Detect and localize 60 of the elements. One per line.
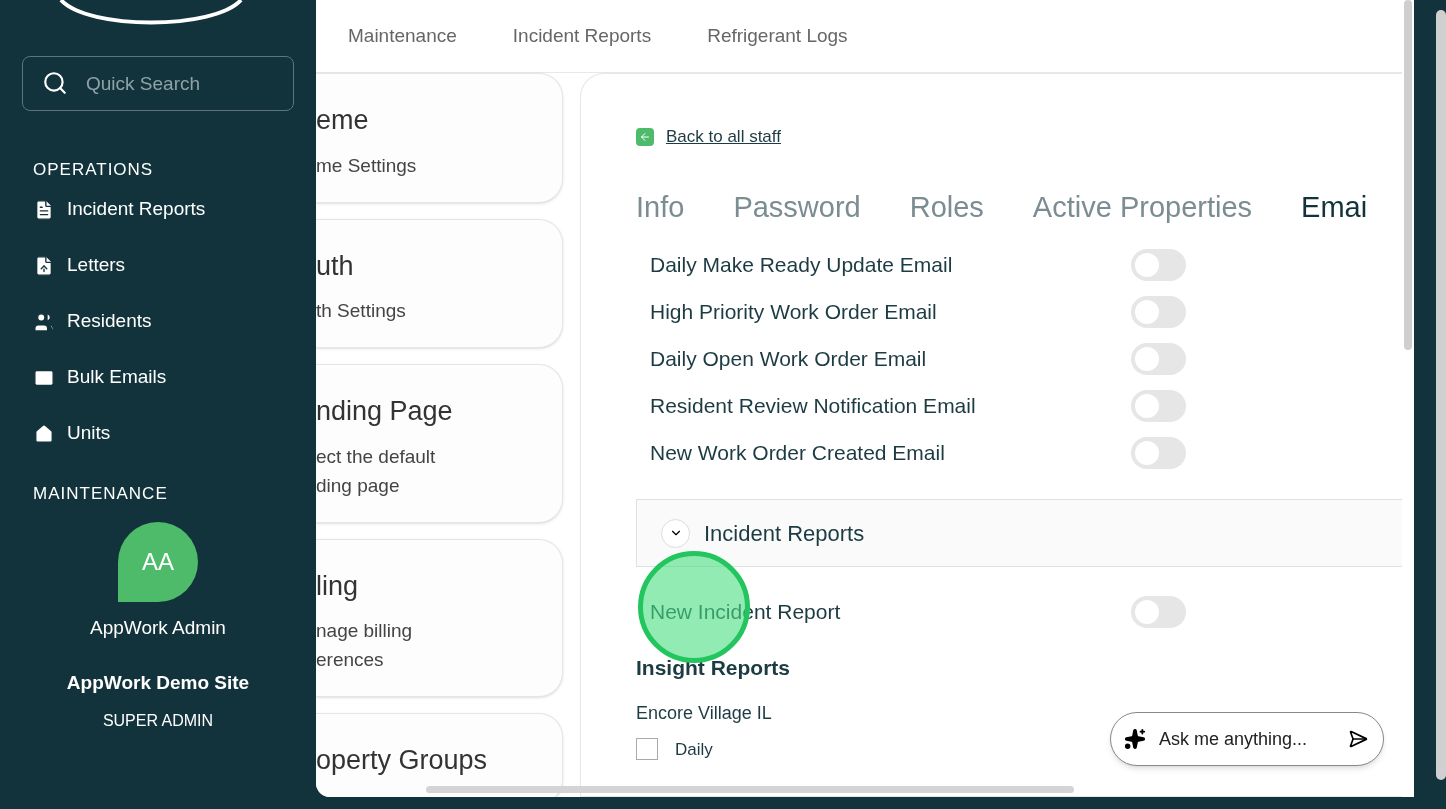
horizontal-scrollbar[interactable] xyxy=(426,786,1074,793)
back-link[interactable]: Back to all staff xyxy=(666,124,781,150)
toggle-label: Daily Make Ready Update Email xyxy=(650,252,953,279)
toggle-label: High Priority Work Order Email xyxy=(650,299,937,326)
toggle-switch[interactable] xyxy=(1131,390,1186,422)
card-title: uth xyxy=(316,249,355,283)
logo-icon xyxy=(58,0,244,26)
card-description: ect the default ding page xyxy=(316,444,437,498)
tab[interactable]: Roles xyxy=(909,185,984,229)
checkbox[interactable] xyxy=(636,738,658,761)
top-nav-link[interactable]: Maintenance xyxy=(348,21,457,51)
section-heading: OPERATIONS xyxy=(33,159,155,181)
property-name: Encore Village IL xyxy=(636,701,773,725)
card-description: th Settings xyxy=(316,299,407,323)
tab[interactable]: Password xyxy=(733,185,861,229)
tab[interactable]: Emai xyxy=(1301,185,1368,229)
section-heading: Insight Reports xyxy=(636,655,791,681)
tab[interactable]: Active Properties xyxy=(1032,185,1253,229)
accordion-header[interactable]: Incident Reports xyxy=(636,499,1402,567)
chat-input[interactable]: Ask me anything... xyxy=(1110,712,1384,766)
toggle-switch[interactable] xyxy=(1131,296,1186,328)
card-description: nage billing erences xyxy=(316,619,414,672)
chevron-icon xyxy=(661,518,690,548)
user-avatar: AA xyxy=(118,522,198,602)
toggle-switch[interactable] xyxy=(1131,596,1186,628)
card-title: operty Groups xyxy=(316,744,489,777)
settings-card[interactable]: nding Page ect the default ding page xyxy=(316,364,563,523)
card-title: eme xyxy=(316,104,370,137)
house-icon xyxy=(33,422,55,445)
toggle-label: Resident Review Notification Email xyxy=(650,393,976,420)
checkbox-label: Daily xyxy=(675,738,713,761)
card-title: nding Page xyxy=(316,395,454,428)
card-description: me Settings xyxy=(316,153,418,178)
toggle-switch[interactable] xyxy=(1131,437,1186,469)
vertical-scrollbar[interactable] xyxy=(1404,0,1412,350)
nav-item[interactable]: Residents xyxy=(33,293,283,350)
nav-item[interactable]: Incident Reports xyxy=(33,181,283,238)
settings-card[interactable]: uth th Settings xyxy=(316,218,563,348)
settings-card[interactable]: eme me Settings xyxy=(316,73,563,203)
user-role: SUPER ADMIN xyxy=(102,711,214,731)
toggle-label: Daily Open Work Order Email xyxy=(650,346,927,373)
toggle-label: New Work Order Created Email xyxy=(650,440,945,467)
card-title: ling xyxy=(316,569,360,603)
settings-card[interactable]: ling nage billing erences xyxy=(316,538,563,697)
send-icon[interactable] xyxy=(1348,729,1368,749)
search-field[interactable]: Quick Search xyxy=(22,56,294,111)
nav-item[interactable]: Bulk Emails xyxy=(33,349,283,406)
section-heading: MAINTENANCE xyxy=(33,482,169,505)
search-icon xyxy=(42,70,68,96)
nav-item[interactable]: Units xyxy=(33,405,283,462)
user-name: AppWork Admin xyxy=(90,616,226,640)
top-nav-link[interactable]: Refrigerant Logs xyxy=(707,21,848,51)
toggle-switch[interactable] xyxy=(1131,249,1186,281)
top-nav-link[interactable]: Incident Reports xyxy=(512,21,652,51)
toggle-switch[interactable] xyxy=(1131,343,1186,375)
sparkle-icon xyxy=(1124,728,1146,750)
nav-item[interactable]: Letters xyxy=(33,237,283,294)
settings-card[interactable]: operty Groups xyxy=(316,713,563,797)
tab[interactable]: Info xyxy=(636,185,685,229)
site-name: AppWork Demo Site xyxy=(66,670,250,695)
